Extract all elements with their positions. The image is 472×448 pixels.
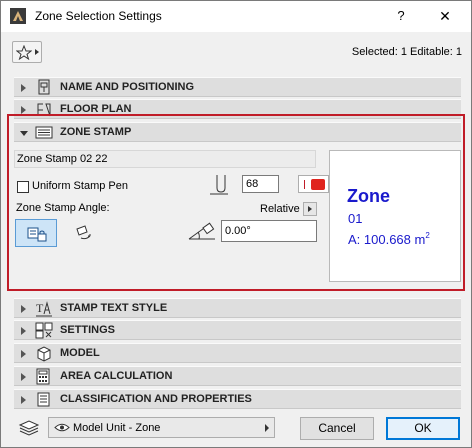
expand-arrow-icon: [21, 396, 26, 404]
chevron-right-icon: [35, 49, 39, 55]
star-icon: [16, 45, 32, 60]
eye-icon: [54, 423, 70, 432]
panel-label: STAMP TEXT STYLE: [60, 302, 168, 314]
classification-icon: [37, 392, 50, 407]
expand-arrow-icon: [21, 350, 26, 358]
layer-select[interactable]: Model Unit - Zone: [48, 417, 275, 438]
window-title: Zone Selection Settings: [35, 9, 162, 23]
panel-model[interactable]: MODEL: [14, 343, 461, 363]
expand-arrow-icon: [21, 327, 26, 335]
selection-status: Selected: 1 Editable: 1: [351, 46, 462, 58]
model-icon: [37, 346, 51, 362]
expand-arrow-icon: [21, 305, 26, 313]
panel-label: CLASSIFICATION AND PROPERTIES: [60, 393, 252, 405]
panel-settings[interactable]: SETTINGS: [14, 320, 461, 340]
expand-arrow-icon: [21, 106, 26, 114]
help-button[interactable]: ?: [389, 5, 413, 27]
panel-stamp-text-style[interactable]: T STAMP TEXT STYLE: [14, 298, 461, 318]
panel-area-calculation[interactable]: AREA CALCULATION: [14, 366, 461, 386]
svg-text:T: T: [36, 301, 44, 315]
panel-name-and-positioning[interactable]: NAME AND POSITIONING: [14, 77, 461, 97]
layers-icon: [18, 420, 40, 436]
panel-label: MODEL: [60, 347, 100, 359]
favorites-button[interactable]: [12, 41, 42, 63]
panel-label: AREA CALCULATION: [60, 370, 173, 382]
dialog-footer: Model Unit - Zone Cancel OK: [1, 410, 471, 447]
settings-icon: [35, 322, 53, 339]
archicad-app-icon: [10, 8, 26, 24]
chevron-right-icon: [265, 424, 269, 432]
text-style-icon: T: [36, 301, 52, 317]
expand-arrow-icon: [21, 373, 26, 381]
title-bar: Zone Selection Settings ? ✕: [1, 1, 471, 32]
panel-classification-and-properties[interactable]: CLASSIFICATION AND PROPERTIES: [14, 389, 461, 409]
highlight-frame: [7, 114, 465, 291]
name-position-icon: [38, 79, 50, 95]
expand-arrow-icon: [21, 84, 26, 92]
panel-label: NAME AND POSITIONING: [60, 81, 195, 93]
area-calculation-icon: [36, 368, 50, 385]
close-button[interactable]: ✕: [427, 5, 463, 27]
dialog-window: Zone Selection Settings ? ✕ Selected: 1 …: [0, 0, 472, 448]
panel-label: SETTINGS: [60, 324, 116, 336]
layer-select-value: Model Unit - Zone: [73, 422, 161, 434]
ok-button[interactable]: OK: [386, 417, 460, 440]
cancel-button[interactable]: Cancel: [300, 417, 374, 440]
